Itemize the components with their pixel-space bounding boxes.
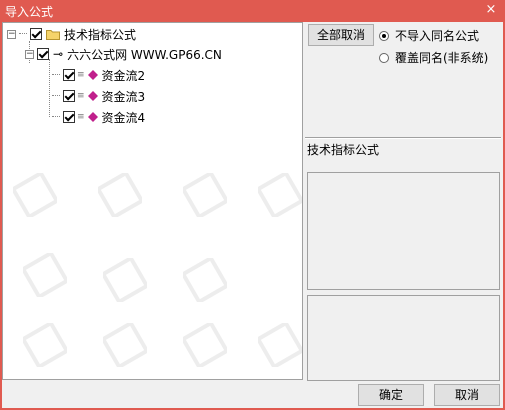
watermark-logo — [183, 258, 227, 302]
item-checkbox[interactable] — [63, 111, 75, 123]
radio-skip-duplicates[interactable]: 不导入同名公式 — [379, 27, 479, 44]
tree-connector — [52, 95, 60, 97]
formula-detail-box[interactable] — [307, 295, 500, 381]
radio-button[interactable] — [379, 52, 389, 63]
watermark-logo — [23, 253, 67, 297]
tree-node-label: 六六公式网 WWW.GP66.CN — [67, 47, 222, 62]
tree-node-label: 资金流2 — [101, 68, 146, 83]
watermark-logo — [23, 323, 67, 367]
tree-node-root[interactable]: − 技术指标公式 — [7, 25, 136, 43]
dialog-title: 导入公式 — [5, 5, 54, 19]
collapse-icon[interactable]: − — [25, 49, 34, 59]
dialog-client-area: − 技术指标公式 − ⊸ 六六公式网 WWW.GP66.CN ≡ 资金流2 ≡ … — [2, 22, 503, 408]
radio-label: 覆盖同名(非系统) — [395, 51, 489, 65]
key-icon: ⊸ — [53, 47, 64, 61]
tree-node-item[interactable]: ≡ 资金流2 — [49, 66, 145, 84]
root-checkbox[interactable] — [30, 28, 42, 40]
watermark-logo — [13, 173, 57, 217]
watermark-logo — [258, 323, 302, 367]
cancel-all-button[interactable]: 全部取消 — [308, 24, 374, 46]
tree-node-item[interactable]: ≡ 资金流3 — [49, 87, 145, 105]
radio-label: 不导入同名公式 — [395, 29, 480, 43]
category-label: 技术指标公式 — [307, 143, 380, 157]
tree-node-label: 资金流3 — [101, 89, 146, 104]
formula-tree[interactable]: − 技术指标公式 − ⊸ 六六公式网 WWW.GP66.CN ≡ 资金流2 ≡ … — [2, 22, 303, 380]
formula-type-icon: ≡ — [77, 91, 85, 101]
cancel-button[interactable]: 取消 — [434, 384, 500, 406]
folder-icon — [46, 29, 60, 40]
title-bar[interactable]: 导入公式 × — [0, 0, 505, 22]
separator — [305, 137, 501, 139]
tree-connector — [19, 33, 27, 35]
watermark-logo — [103, 323, 147, 367]
watermark-logo — [258, 173, 302, 217]
formula-type-icon: ≡ — [77, 70, 85, 80]
watermark-logo — [183, 173, 227, 217]
tree-connector — [52, 116, 60, 118]
tree-node-label: 资金流4 — [101, 110, 146, 125]
radio-overwrite-duplicates[interactable]: 覆盖同名(非系统) — [379, 49, 488, 66]
close-icon[interactable]: × — [483, 2, 499, 18]
formula-gem-icon — [87, 70, 98, 80]
ok-button[interactable]: 确定 — [358, 384, 424, 406]
collapse-icon[interactable]: − — [7, 29, 16, 39]
formula-type-icon: ≡ — [77, 112, 85, 122]
tree-node-item[interactable]: ≡ 资金流4 — [49, 108, 145, 126]
group-checkbox[interactable] — [37, 48, 49, 60]
tree-connector — [52, 74, 60, 76]
watermark-logo — [98, 173, 142, 217]
import-formula-dialog: 导入公式 × − 技术指标公式 − ⊸ 六六公式网 WWW.GP66.CN ≡ … — [0, 0, 505, 410]
watermark-logo — [103, 258, 147, 302]
formula-gem-icon — [87, 112, 98, 122]
formula-gem-icon — [87, 91, 98, 101]
item-checkbox[interactable] — [63, 69, 75, 81]
watermark-logo — [183, 323, 227, 367]
radio-button[interactable] — [379, 30, 389, 41]
tree-node-group[interactable]: − ⊸ 六六公式网 WWW.GP66.CN — [25, 45, 222, 63]
tree-node-label: 技术指标公式 — [64, 27, 137, 42]
formula-description-box[interactable] — [307, 172, 500, 290]
item-checkbox[interactable] — [63, 90, 75, 102]
